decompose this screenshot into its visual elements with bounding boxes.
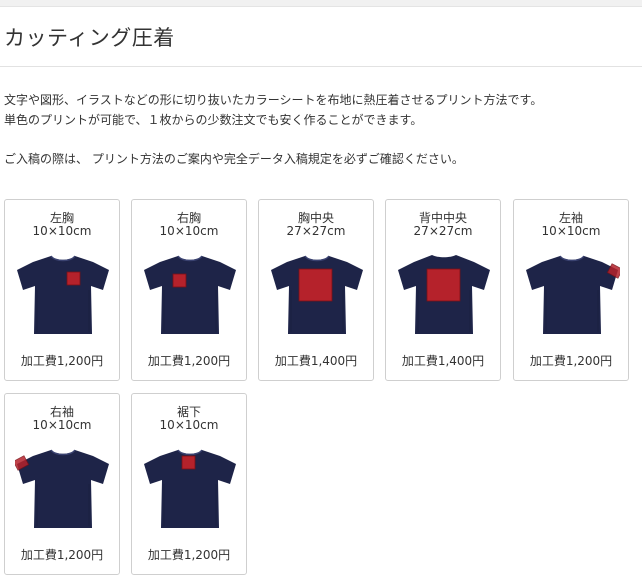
position-size: 10×10cm [541, 224, 601, 238]
title-divider [0, 66, 642, 67]
description-line-1: 文字や図形、イラストなどの形に切り抜いたカラーシートを布地に熱圧着させるプリント… [4, 93, 543, 107]
print-area-marker [172, 273, 187, 288]
tshirt-front-icon [144, 255, 236, 334]
print-position-card-right-sleeve: 右袖 10×10cm 加工費1,200円 [4, 393, 120, 575]
tshirt-front-icon [144, 449, 236, 528]
print-position-card-hem: 裾下 10×10cm 加工費1,200円 [131, 393, 247, 575]
position-size: 10×10cm [32, 224, 92, 238]
position-price: 加工費1,200円 [147, 354, 231, 368]
page-title: カッティング圧着 [4, 26, 175, 50]
print-position-card-back-center: 背中中央 27×27cm 加工費1,400円 [385, 199, 501, 381]
print-area-marker [66, 271, 81, 286]
position-size: 10×10cm [159, 224, 219, 238]
position-size: 10×10cm [159, 418, 219, 432]
tshirt-front-icon [526, 255, 620, 334]
position-price: 加工費1,200円 [147, 548, 231, 562]
print-area-marker [426, 268, 461, 302]
position-price: 加工費1,200円 [20, 354, 104, 368]
print-position-card-left-sleeve: 左袖 10×10cm 加工費1,200円 [513, 199, 629, 381]
tshirt-front-icon [17, 255, 109, 334]
top-border [0, 0, 642, 7]
description-line-2: 単色のプリントが可能で、１枚からの少数注文でも安く作ることができます。 [4, 113, 423, 127]
print-area-marker [181, 455, 196, 470]
tshirt-back-icon [398, 255, 490, 334]
position-price: 加工費1,200円 [20, 548, 104, 562]
print-position-card-left-chest: 左胸 10×10cm 加工費1,200円 [4, 199, 120, 381]
print-area-marker [298, 268, 333, 302]
position-size: 27×27cm [413, 224, 473, 238]
tshirt-front-icon [271, 255, 363, 334]
position-price: 加工費1,400円 [401, 354, 485, 368]
description-notice: ご入稿の際は、 プリント方法のご案内や完全データ入稿規定を必ずご確認ください。 [4, 152, 464, 166]
print-position-card-chest-center: 胸中央 27×27cm 加工費1,400円 [258, 199, 374, 381]
tshirt-front-icon [15, 449, 109, 528]
print-position-card-right-chest: 右胸 10×10cm 加工費1,200円 [131, 199, 247, 381]
position-price: 加工費1,400円 [274, 354, 358, 368]
position-price: 加工費1,200円 [529, 354, 613, 368]
position-size: 27×27cm [286, 224, 346, 238]
position-size: 10×10cm [32, 418, 92, 432]
